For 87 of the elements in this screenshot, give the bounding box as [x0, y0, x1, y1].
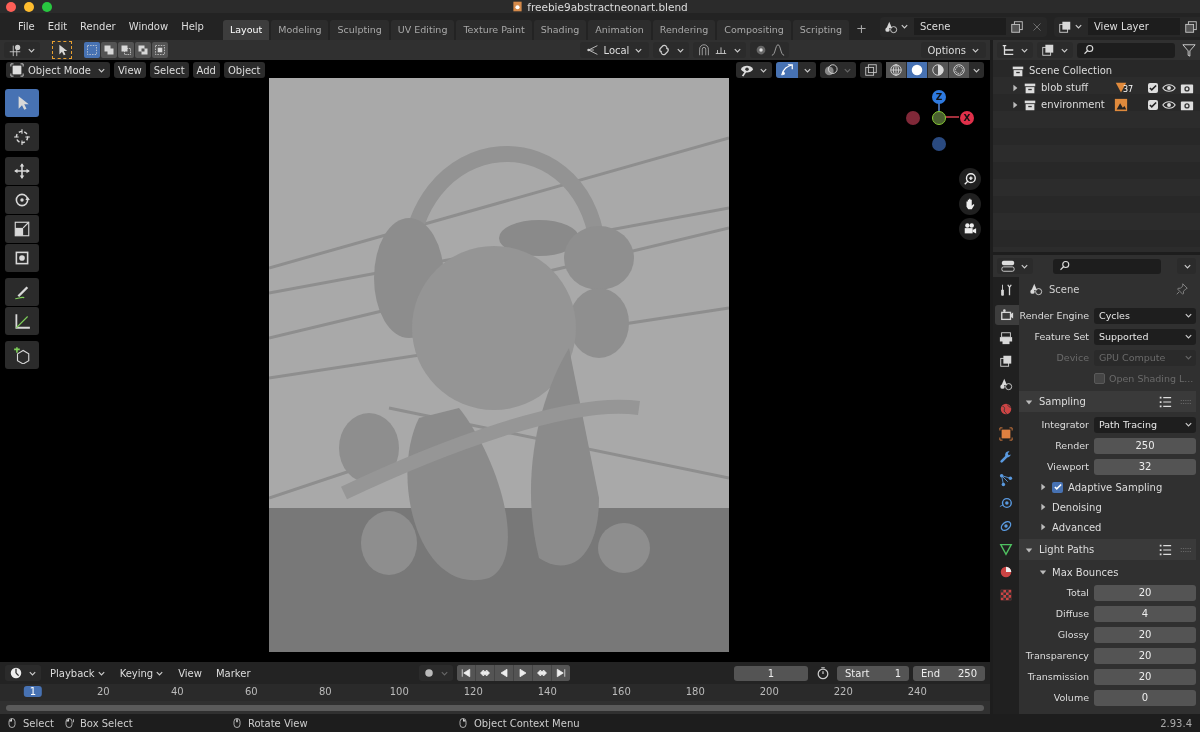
menu-item[interactable]: File [12, 18, 41, 35]
field-label: Integrator [1040, 419, 1089, 430]
workspace-tab[interactable]: Layout [222, 20, 270, 40]
number-field[interactable]: 0 [1094, 689, 1196, 706]
field-label: Transmission [1026, 671, 1089, 682]
subpanel-title[interactable]: Adaptive Sampling [1068, 481, 1163, 493]
workspace-tab[interactable]: Animation [588, 20, 651, 40]
frame-number: 240 [906, 686, 928, 697]
field-label: Render Engine [1019, 310, 1089, 321]
viewport-menu[interactable]: Select [149, 62, 189, 78]
field-label: Volume [1052, 692, 1089, 703]
number-field[interactable]: 250 [1094, 437, 1196, 454]
end-frame-field[interactable]: End 250 [913, 665, 985, 681]
view-layer-field[interactable]: View Layer [1088, 18, 1180, 35]
dropdown-field[interactable]: Path Tracing [1094, 416, 1196, 433]
subpanel-title[interactable]: Max Bounces [1052, 566, 1119, 578]
window-title: freebie9abstractneonart.blend [527, 0, 688, 13]
field-label: Transparency [1024, 650, 1089, 661]
workspace-tab[interactable]: UV Editing [390, 20, 455, 40]
field-label: Feature Set [1033, 331, 1089, 342]
shortcut-hint: Select [23, 717, 54, 729]
timeline-menu[interactable]: Playback [45, 666, 111, 680]
field-label: Total [1065, 587, 1089, 598]
timeline-menu[interactable]: View [173, 666, 207, 680]
shortcut-hint: Rotate View [248, 717, 308, 729]
frame-number: 120 [462, 686, 484, 697]
subpanel-title[interactable]: Denoising [1052, 501, 1102, 513]
panel-title[interactable]: Sampling [1039, 396, 1086, 407]
shortcut-hint: Box Select [80, 717, 133, 729]
frame-number: 40 [169, 686, 185, 697]
workspace-tab[interactable]: Scripting [792, 20, 850, 40]
dropdown-field[interactable]: Cycles [1094, 307, 1196, 324]
dropdown-field[interactable]: Supported [1094, 328, 1196, 345]
workspace-tab[interactable]: Sculpting [330, 20, 389, 40]
context-label: Scene [1049, 283, 1080, 295]
subpanel-title[interactable]: Advanced [1052, 521, 1102, 533]
viewport-menu[interactable]: Add [192, 62, 220, 78]
frame-number: 220 [832, 686, 854, 697]
timeline-menu[interactable]: Keying [114, 666, 170, 680]
number-field[interactable]: 4 [1094, 605, 1196, 622]
x-axis-handle[interactable]: X [960, 111, 974, 125]
collection-name[interactable]: Scene Collection [1029, 65, 1113, 76]
count-label: 37 [1123, 84, 1134, 94]
frame-number: 60 [243, 686, 259, 697]
frame-number: 160 [610, 686, 632, 697]
timeline-menu[interactable]: Marker [210, 666, 256, 680]
workspace-tab[interactable]: Texture Paint [456, 20, 532, 40]
field-label: Glossy [1056, 629, 1089, 640]
field-label: Diffuse [1054, 608, 1089, 619]
current-frame-field[interactable]: 1 [734, 665, 808, 681]
workspace-tab[interactable]: Shading [533, 20, 587, 40]
field-label: Device [1055, 352, 1089, 363]
add-workspace-button[interactable]: + [851, 20, 872, 40]
version-label: 2.93.4 [1160, 717, 1193, 729]
collection-name[interactable]: blob stuff [1041, 82, 1089, 93]
menu-item[interactable]: Help [175, 18, 210, 35]
workspace-tab[interactable]: Rendering [652, 20, 716, 40]
menu-item[interactable]: Render [74, 18, 122, 35]
viewport-menu[interactable]: Object [223, 62, 265, 78]
current-frame-marker[interactable]: 1 [23, 686, 43, 697]
number-field[interactable]: 20 [1094, 626, 1196, 643]
number-field[interactable]: 32 [1094, 458, 1196, 475]
viewport-menu[interactable]: View [114, 62, 146, 78]
number-field[interactable]: 20 [1094, 647, 1196, 664]
frame-number: 180 [684, 686, 706, 697]
frame-number: 200 [758, 686, 780, 697]
start-frame-field[interactable]: Start 1 [837, 665, 909, 681]
menu-item[interactable]: Window [122, 18, 175, 35]
field-label: Viewport [1045, 461, 1089, 472]
field-label: Render [1054, 440, 1089, 451]
orientation-dropdown[interactable]: Local [580, 42, 650, 58]
frame-number: 20 [95, 686, 111, 697]
frame-number: 80 [317, 686, 333, 697]
menu-item[interactable]: Edit [41, 18, 74, 35]
mode-dropdown[interactable]: Object Mode [6, 62, 110, 78]
frame-number: 140 [536, 686, 558, 697]
workspace-tab[interactable]: Compositing [717, 20, 791, 40]
number-field[interactable]: 20 [1094, 668, 1196, 685]
number-field[interactable]: 20 [1094, 584, 1196, 601]
options-dropdown[interactable]: Options [921, 42, 986, 58]
frame-number: 100 [388, 686, 410, 697]
scene-field[interactable]: Scene [914, 18, 1006, 35]
shortcut-hint: Object Context Menu [474, 717, 580, 729]
workspace-tab[interactable]: Modeling [271, 20, 329, 40]
panel-title[interactable]: Light Paths [1039, 544, 1095, 555]
z-axis-handle[interactable]: Z [932, 90, 946, 104]
collection-name[interactable]: environment [1041, 99, 1105, 110]
